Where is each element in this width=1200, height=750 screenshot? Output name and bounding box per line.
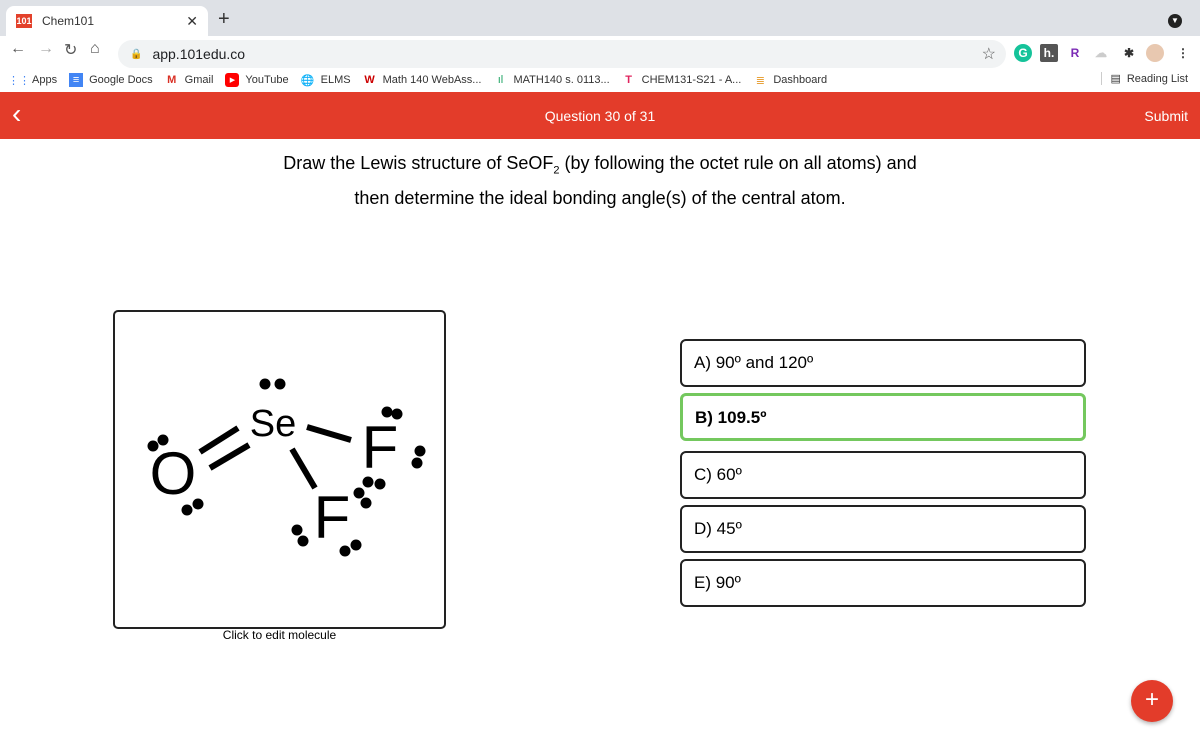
- electron-dot: [360, 497, 372, 509]
- electron-dot: [291, 524, 303, 536]
- bookmark-elms[interactable]: 🌐 ELMS: [301, 73, 351, 87]
- electron-dot: [157, 434, 169, 446]
- bookmark-star-icon[interactable]: ☆: [982, 44, 996, 64]
- electron-dot: [147, 440, 159, 452]
- home-icon[interactable]: ⌂: [90, 40, 100, 58]
- add-button[interactable]: +: [1131, 680, 1173, 722]
- bookmarks-bar: ⋮⋮ Apps ≡ Google Docs M Gmail ▶ YouTube 🌐 ELM…: [0, 68, 1200, 92]
- answer-option-b[interactable]: B) 109.5º: [680, 393, 1086, 441]
- google-docs-icon: ≡: [69, 73, 84, 87]
- globe-icon: 🌐: [300, 74, 315, 87]
- bookmark-dashboard[interactable]: ≣ Dashboard: [753, 73, 827, 87]
- lock-icon: 🔒: [130, 48, 143, 60]
- browser-tab[interactable]: 101 Chem101 ✕: [6, 6, 208, 36]
- more-icon[interactable]: ⋮: [1174, 44, 1192, 62]
- profile-avatar[interactable]: [1146, 44, 1164, 62]
- electron-dot: [297, 535, 309, 547]
- grammarly-icon[interactable]: G: [1014, 44, 1032, 62]
- atom-se: Se: [250, 403, 296, 445]
- question-text: Draw the Lewis structure of SeOF2 (by fo…: [283, 153, 917, 208]
- electron-dot: [414, 445, 426, 457]
- electron-dot: [362, 476, 374, 488]
- single-bond-line: [289, 447, 318, 490]
- back-arrow-icon[interactable]: ←: [10, 40, 26, 58]
- electron-dot: [259, 378, 271, 390]
- dashboard-icon: ≣: [755, 74, 765, 87]
- youtube-icon: ▶: [225, 73, 240, 87]
- webassign-icon: W: [364, 74, 375, 86]
- bookmark-gmail[interactable]: M Gmail: [165, 73, 213, 87]
- double-bond-line: [198, 425, 240, 455]
- chem101-favicon: 101: [16, 14, 32, 28]
- close-tab-icon[interactable]: ✕: [186, 13, 198, 30]
- answer-option-a[interactable]: A) 90º and 120º: [680, 339, 1086, 387]
- bookmark-google-docs[interactable]: ≡ Google Docs: [69, 73, 153, 87]
- question-progress: Question 30 of 31: [544, 108, 656, 124]
- bookmark-apps[interactable]: ⋮⋮ Apps: [8, 73, 57, 87]
- electron-dot: [350, 539, 362, 551]
- tab-search-icon[interactable]: ▼: [1168, 14, 1182, 28]
- electron-dot: [339, 545, 351, 557]
- electron-dot: [391, 408, 403, 420]
- electron-dot: [411, 457, 423, 469]
- answer-option-e[interactable]: E) 90º: [680, 559, 1086, 607]
- r-icon[interactable]: R: [1066, 44, 1084, 62]
- electron-dot: [181, 504, 193, 516]
- bookmark-chem131[interactable]: T CHEM131-S21 - A...: [622, 73, 741, 87]
- address-bar[interactable]: 🔒 app.101edu.co ☆: [118, 40, 1006, 68]
- apps-grid-icon: ⋮⋮: [8, 74, 30, 87]
- electron-dot: [274, 378, 286, 390]
- atom-f: F: [362, 414, 399, 481]
- electron-dot: [192, 498, 204, 510]
- new-tab-button[interactable]: +: [218, 8, 230, 31]
- bar-chart-icon: ıl: [497, 74, 504, 86]
- bookmark-webassign[interactable]: W Math 140 WebAss...: [363, 73, 481, 87]
- bookmark-youtube[interactable]: ▶ YouTube: [225, 73, 289, 87]
- tab-title: Chem101: [42, 14, 95, 28]
- cloud-icon[interactable]: ☁: [1092, 44, 1110, 62]
- reading-list-button[interactable]: ▤ Reading List: [1101, 72, 1188, 85]
- reading-list-icon: ▤: [1110, 73, 1121, 85]
- forward-arrow-icon[interactable]: →: [38, 40, 54, 58]
- bookmark-math140[interactable]: ıl MATH140 s. 0113...: [493, 73, 610, 87]
- reload-icon[interactable]: ↻: [64, 40, 77, 60]
- electron-dot: [381, 406, 393, 418]
- submit-button[interactable]: Submit: [1144, 108, 1188, 124]
- molecule-editor[interactable]: Se O F F: [113, 310, 446, 629]
- single-bond-line: [306, 424, 352, 443]
- atom-f: F: [314, 484, 351, 551]
- answer-option-d[interactable]: D) 45º: [680, 505, 1086, 553]
- puzzle-icon[interactable]: ✱: [1120, 44, 1138, 62]
- electron-dot: [353, 487, 365, 499]
- top-hat-icon: T: [625, 74, 633, 86]
- gmail-icon: M: [167, 74, 177, 86]
- lewis-structure: Se O F F: [147, 378, 426, 557]
- double-bond-line: [208, 442, 251, 471]
- edit-molecule-hint: Click to edit molecule: [222, 628, 337, 642]
- url-text: app.101edu.co: [152, 46, 246, 62]
- answer-option-c[interactable]: C) 60º: [680, 451, 1086, 499]
- h-icon[interactable]: h.: [1040, 44, 1058, 62]
- electron-dot: [374, 478, 386, 490]
